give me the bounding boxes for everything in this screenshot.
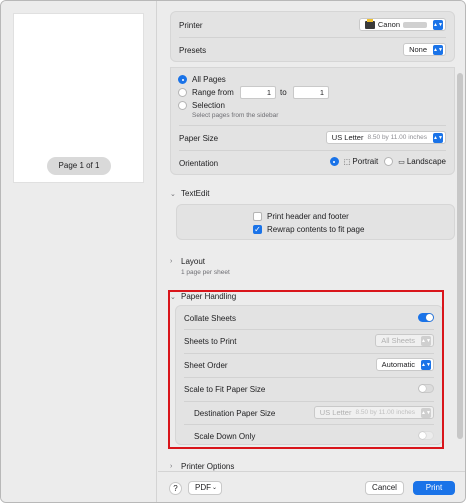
range-start-field[interactable]: 1: [240, 86, 276, 99]
range-end-field[interactable]: 1: [293, 86, 329, 99]
range-to-label: to: [280, 88, 287, 97]
all-pages-option[interactable]: All Pages: [178, 74, 226, 85]
paper-size-row: Paper Size US Letter 8.50 by 11.00 inche…: [171, 126, 454, 150]
chevron-updown-icon: ▲▼: [433, 45, 443, 55]
selection-option[interactable]: Selection: [178, 100, 225, 111]
radio-range[interactable]: [178, 88, 187, 98]
orientation-row: Orientation ⬚ Portrait ▭ Landscape: [179, 157, 446, 168]
radio-portrait[interactable]: [329, 157, 339, 166]
cancel-button[interactable]: Cancel: [365, 481, 404, 495]
chevron-updown-icon: ▲▼: [433, 20, 443, 30]
printer-value: Canon: [377, 20, 400, 29]
preview-sidebar: Page 1 of 1: [1, 1, 157, 502]
print-dialog: Page 1 of 1 Printer Canon ▲▼ Presets Non…: [0, 0, 466, 503]
redacted-printer-model: [403, 21, 427, 28]
page-indicator: Page 1 of 1: [47, 157, 111, 175]
presets-row: Presets None ▲▼: [171, 38, 454, 62]
textedit-group: Print header and footer ✓ Rewrap contents…: [176, 204, 455, 240]
layout-summary: 1 page per sheet: [181, 269, 230, 276]
radio-all-pages[interactable]: [178, 75, 187, 85]
rewrap-checkbox[interactable]: ✓: [253, 225, 262, 235]
help-button[interactable]: ?: [169, 482, 182, 495]
radio-selection[interactable]: [178, 101, 187, 111]
portrait-icon: ⬚: [343, 158, 351, 166]
print-button[interactable]: Print: [413, 481, 455, 495]
selection-hint: Select pages from the sidebar: [192, 112, 279, 119]
printer-label: Printer: [179, 20, 203, 30]
header-footer-option[interactable]: Print header and footer: [253, 211, 349, 222]
printer-icon: [364, 18, 375, 29]
chevron-updown-icon: ▲▼: [433, 133, 443, 143]
printer-row: Printer Canon ▲▼: [171, 13, 454, 37]
layout-section-toggle[interactable]: › Layout: [170, 257, 205, 266]
printer-presets-group: Printer Canon ▲▼ Presets None ▲▼: [170, 11, 455, 62]
chevron-right-icon: ›: [170, 258, 173, 265]
highlight-frame: [168, 290, 444, 449]
radio-landscape[interactable]: [384, 157, 394, 166]
pages-group: All Pages Range from 1 to 1 Selection Se…: [170, 67, 455, 175]
presets-select[interactable]: None ▲▼: [403, 43, 446, 56]
landscape-icon: ▭: [398, 158, 405, 166]
header-footer-checkbox[interactable]: [253, 212, 262, 222]
range-option[interactable]: Range from: [178, 87, 378, 98]
settings-scrollbar[interactable]: [457, 73, 463, 439]
presets-value: None: [409, 45, 427, 54]
orientation-label: Orientation: [179, 158, 219, 168]
chevron-down-icon: ⌄: [211, 485, 217, 491]
pdf-menu-button[interactable]: PDF ⌄: [188, 481, 222, 495]
paper-size-label: Paper Size: [179, 133, 219, 143]
dialog-footer: ? PDF ⌄ Cancel Print: [158, 471, 465, 502]
chevron-right-icon: ›: [170, 463, 173, 470]
textedit-section-toggle[interactable]: ⌄ TextEdit: [170, 189, 209, 198]
rewrap-option[interactable]: ✓ Rewrap contents to fit page: [253, 224, 364, 235]
printer-options-section-toggle[interactable]: › Printer Options: [170, 462, 234, 471]
chevron-down-icon: ⌄: [170, 190, 176, 198]
printer-select[interactable]: Canon ▲▼: [358, 18, 446, 31]
presets-label: Presets: [179, 45, 207, 55]
paper-size-select[interactable]: US Letter 8.50 by 11.00 inches ▲▼: [325, 131, 446, 144]
